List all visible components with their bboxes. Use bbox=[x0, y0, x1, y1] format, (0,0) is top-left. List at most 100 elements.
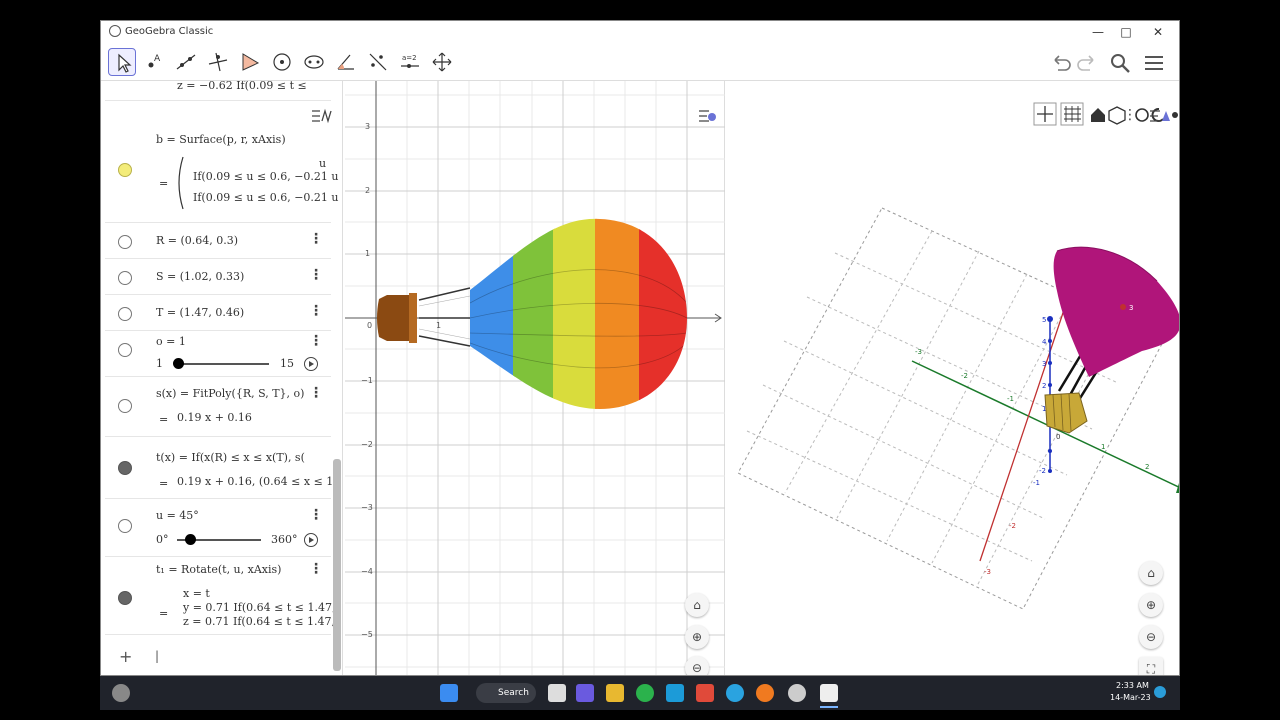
o-slider-knob[interactable] bbox=[173, 358, 184, 369]
perpendicular-tool-button[interactable] bbox=[204, 48, 232, 76]
item-menu-button[interactable]: ⋮ bbox=[309, 333, 323, 349]
home-button[interactable]: ⌂ bbox=[685, 593, 709, 617]
balloon-surface-3d[interactable] bbox=[1053, 247, 1179, 377]
algebra-item-b[interactable]: b = Surface(p, r, xAxis) = u If(0.09 ≤ u… bbox=[105, 121, 338, 223]
t1-line-3: z = 0.71 If(0.64 ≤ t ≤ 1.47, bbox=[183, 615, 336, 628]
balloon-surface[interactable] bbox=[465, 211, 691, 421]
graphics-2d-canvas[interactable]: 3 2 1 −1 −2 −3 −4 −5 0 1 bbox=[345, 81, 725, 675]
weather-icon[interactable] bbox=[112, 684, 130, 702]
item-menu-button[interactable]: ⋮ bbox=[309, 231, 323, 247]
svg-text:2: 2 bbox=[365, 186, 370, 195]
item-menu-button[interactable]: ⋮ bbox=[309, 267, 323, 283]
algebra-item-s[interactable]: s(x) = FitPoly({R, S, T}, o) ⋮ = 0.19 x … bbox=[105, 377, 331, 437]
graphics-3d-canvas[interactable]: -3 -2 -1 1 2 3 -3 -2 1 5 4 3 2 1 -1 -2 0 bbox=[727, 81, 1179, 675]
telegram-icon[interactable] bbox=[726, 684, 744, 702]
point-tool-button[interactable]: A bbox=[140, 48, 168, 76]
algebra-item-u[interactable]: u = 45° ⋮ 0° 360° bbox=[105, 499, 331, 557]
polygon-tool-button[interactable] bbox=[236, 48, 264, 76]
zoom-in-button-3d[interactable]: ⊕ bbox=[1139, 593, 1163, 617]
b-line-1: If(0.09 ≤ u ≤ 0.6, −0.21 u bbox=[193, 170, 339, 183]
visibility-toggle[interactable] bbox=[118, 343, 132, 357]
whatsapp-icon[interactable] bbox=[636, 684, 654, 702]
teams-icon[interactable] bbox=[576, 684, 594, 702]
chrome-icon[interactable] bbox=[788, 684, 806, 702]
task-view-icon[interactable] bbox=[548, 684, 566, 702]
balloon-basket-3d[interactable] bbox=[1044, 392, 1088, 434]
undo-button[interactable] bbox=[1049, 51, 1073, 75]
clock-time[interactable]: 2:33 AM bbox=[1116, 681, 1149, 690]
line-tool-button[interactable] bbox=[172, 48, 200, 76]
algebra-view: z = −0.62 If(0.09 ≤ t ≤ b = Surface(p, r… bbox=[105, 81, 343, 675]
move-view-tool-button[interactable] bbox=[428, 48, 456, 76]
u-slider-knob[interactable] bbox=[185, 534, 196, 545]
algebra-item-o[interactable]: o = 1 ⋮ 1 15 bbox=[105, 331, 331, 377]
algebra-item-R[interactable]: R = (0.64, 0.3) ⋮ bbox=[105, 223, 331, 259]
zoom-in-button[interactable]: ⊕ bbox=[685, 625, 709, 649]
geogebra-taskbar-icon[interactable] bbox=[820, 684, 838, 702]
minimize-button[interactable]: — bbox=[1085, 23, 1111, 41]
algebra-scrollbar[interactable] bbox=[333, 459, 341, 671]
slider-tool-button[interactable]: a=2 bbox=[396, 48, 424, 76]
move-arrows-icon bbox=[432, 52, 452, 72]
S-definition: S = (1.02, 0.33) bbox=[156, 270, 245, 283]
algebra-item-T[interactable]: T = (1.47, 0.46) ⋮ bbox=[105, 295, 331, 331]
move-tool-button[interactable] bbox=[108, 48, 136, 76]
slider-min-label: 0° bbox=[156, 533, 169, 546]
visibility-toggle[interactable] bbox=[118, 307, 132, 321]
visibility-toggle[interactable] bbox=[118, 163, 132, 177]
visibility-toggle[interactable] bbox=[118, 519, 132, 533]
t1-line-2: y = 0.71 If(0.64 ≤ t ≤ 1.47, bbox=[183, 601, 336, 614]
redo-button[interactable] bbox=[1075, 51, 1099, 75]
angle-icon bbox=[337, 54, 354, 70]
search-button[interactable] bbox=[1108, 51, 1132, 75]
graphics-view-3d[interactable]: ⋮ -3 -2 -1 1 2 -3 -2 5 4 3 2 1 -1 -2 0 3… bbox=[727, 81, 1179, 675]
reflect-tool-button[interactable] bbox=[364, 48, 392, 76]
taskbar-search[interactable]: Search bbox=[476, 683, 536, 703]
graphics-style-button[interactable] bbox=[697, 107, 717, 127]
svg-text:0: 0 bbox=[367, 321, 372, 330]
balloon-basket[interactable] bbox=[377, 295, 414, 341]
circle-tool-button[interactable] bbox=[268, 48, 296, 76]
start-icon[interactable] bbox=[440, 684, 458, 702]
svg-text:−2: −2 bbox=[361, 440, 373, 449]
graphics-view-2d[interactable]: 3 2 1 −1 −2 −3 −4 −5 0 1 ⌂ ⊕ ⊖ bbox=[345, 81, 725, 675]
zoom-out-button[interactable]: ⊖ bbox=[685, 656, 709, 675]
app-l-icon[interactable] bbox=[666, 684, 684, 702]
firefox-icon[interactable] bbox=[756, 684, 774, 702]
file-explorer-icon[interactable] bbox=[606, 684, 624, 702]
item-menu-button[interactable]: ⋮ bbox=[309, 507, 323, 523]
app-icon[interactable] bbox=[696, 684, 714, 702]
visibility-toggle[interactable] bbox=[118, 399, 132, 413]
clock-date[interactable]: 14-Mar-23 bbox=[1110, 693, 1151, 702]
algebra-item-S[interactable]: S = (1.02, 0.33) ⋮ bbox=[105, 259, 331, 295]
geogebra-logo-icon bbox=[109, 25, 121, 37]
visibility-toggle[interactable] bbox=[118, 235, 132, 249]
visibility-toggle[interactable] bbox=[118, 461, 132, 475]
svg-text:3: 3 bbox=[365, 122, 370, 131]
conic-tool-button[interactable] bbox=[300, 48, 328, 76]
zoom-out-button-3d[interactable]: ⊖ bbox=[1139, 625, 1163, 649]
input-caret[interactable]: | bbox=[155, 649, 159, 663]
home-button-3d[interactable]: ⌂ bbox=[1139, 561, 1163, 585]
algebra-item-t[interactable]: t(x) = If(x(R) ≤ x ≤ x(T), s( = 0.19 x +… bbox=[105, 437, 333, 499]
algebra-item-t1[interactable]: t₁ = Rotate(t, u, xAxis) ⋮ = x = t y = 0… bbox=[105, 557, 335, 635]
algebra-item-partial[interactable]: z = −0.62 If(0.09 ≤ t ≤ bbox=[105, 81, 331, 101]
play-button[interactable] bbox=[304, 533, 318, 547]
notification-icon[interactable] bbox=[1154, 686, 1166, 698]
play-button[interactable] bbox=[304, 357, 318, 371]
item-menu-button[interactable]: ⋮ bbox=[309, 561, 323, 577]
maximize-button[interactable]: □ bbox=[1113, 23, 1139, 41]
input-bar[interactable]: + | bbox=[105, 647, 331, 671]
item-menu-button[interactable]: ⋮ bbox=[309, 385, 323, 401]
visibility-toggle[interactable] bbox=[118, 591, 132, 605]
fullscreen-button[interactable]: ⛶ bbox=[1139, 657, 1163, 675]
add-input-icon[interactable]: + bbox=[119, 647, 132, 666]
svg-text:a=2: a=2 bbox=[402, 54, 417, 62]
angle-tool-button[interactable] bbox=[332, 48, 360, 76]
visibility-toggle[interactable] bbox=[118, 271, 132, 285]
item-menu-button[interactable]: ⋮ bbox=[309, 303, 323, 319]
close-button[interactable]: ✕ bbox=[1145, 23, 1171, 41]
svg-text:-1: -1 bbox=[1007, 395, 1014, 403]
main-menu-button[interactable] bbox=[1142, 51, 1166, 75]
o-slider-track[interactable] bbox=[177, 363, 269, 365]
